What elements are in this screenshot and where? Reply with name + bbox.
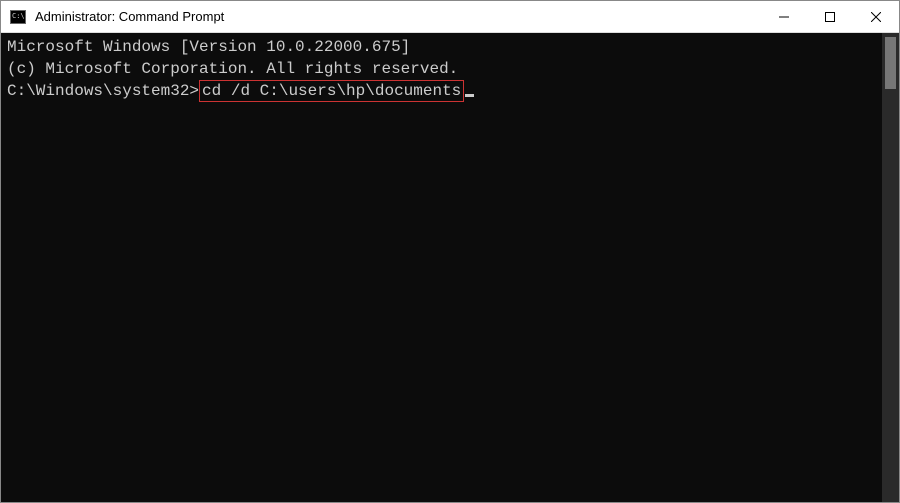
command-highlight: cd /d C:\users\hp\documents [199,80,464,102]
titlebar-left: C:\ Administrator: Command Prompt [1,8,224,26]
titlebar[interactable]: C:\ Administrator: Command Prompt [1,1,899,33]
scrollbar-thumb[interactable] [885,37,896,89]
maximize-icon [825,12,835,22]
close-icon [871,12,881,22]
console-prompt: C:\Windows\system32> [7,82,199,100]
window-controls [761,1,899,32]
minimize-button[interactable] [761,1,807,32]
minimize-icon [779,12,789,22]
close-button[interactable] [853,1,899,32]
console-command: cd /d C:\users\hp\documents [202,82,461,100]
cmd-icon-text: C:\ [12,13,25,20]
command-prompt-window: C:\ Administrator: Command Prompt [0,0,900,503]
window-title: Administrator: Command Prompt [35,9,224,24]
console-line-version: Microsoft Windows [Version 10.0.22000.67… [7,37,876,59]
vertical-scrollbar[interactable] [882,33,899,502]
console-prompt-line: C:\Windows\system32>cd /d C:\users\hp\do… [7,80,876,103]
text-cursor [465,94,474,97]
console-line-copyright: (c) Microsoft Corporation. All rights re… [7,59,876,81]
console-wrap: Microsoft Windows [Version 10.0.22000.67… [1,33,899,502]
maximize-button[interactable] [807,1,853,32]
console-output[interactable]: Microsoft Windows [Version 10.0.22000.67… [1,33,882,502]
cmd-app-icon: C:\ [9,8,27,26]
